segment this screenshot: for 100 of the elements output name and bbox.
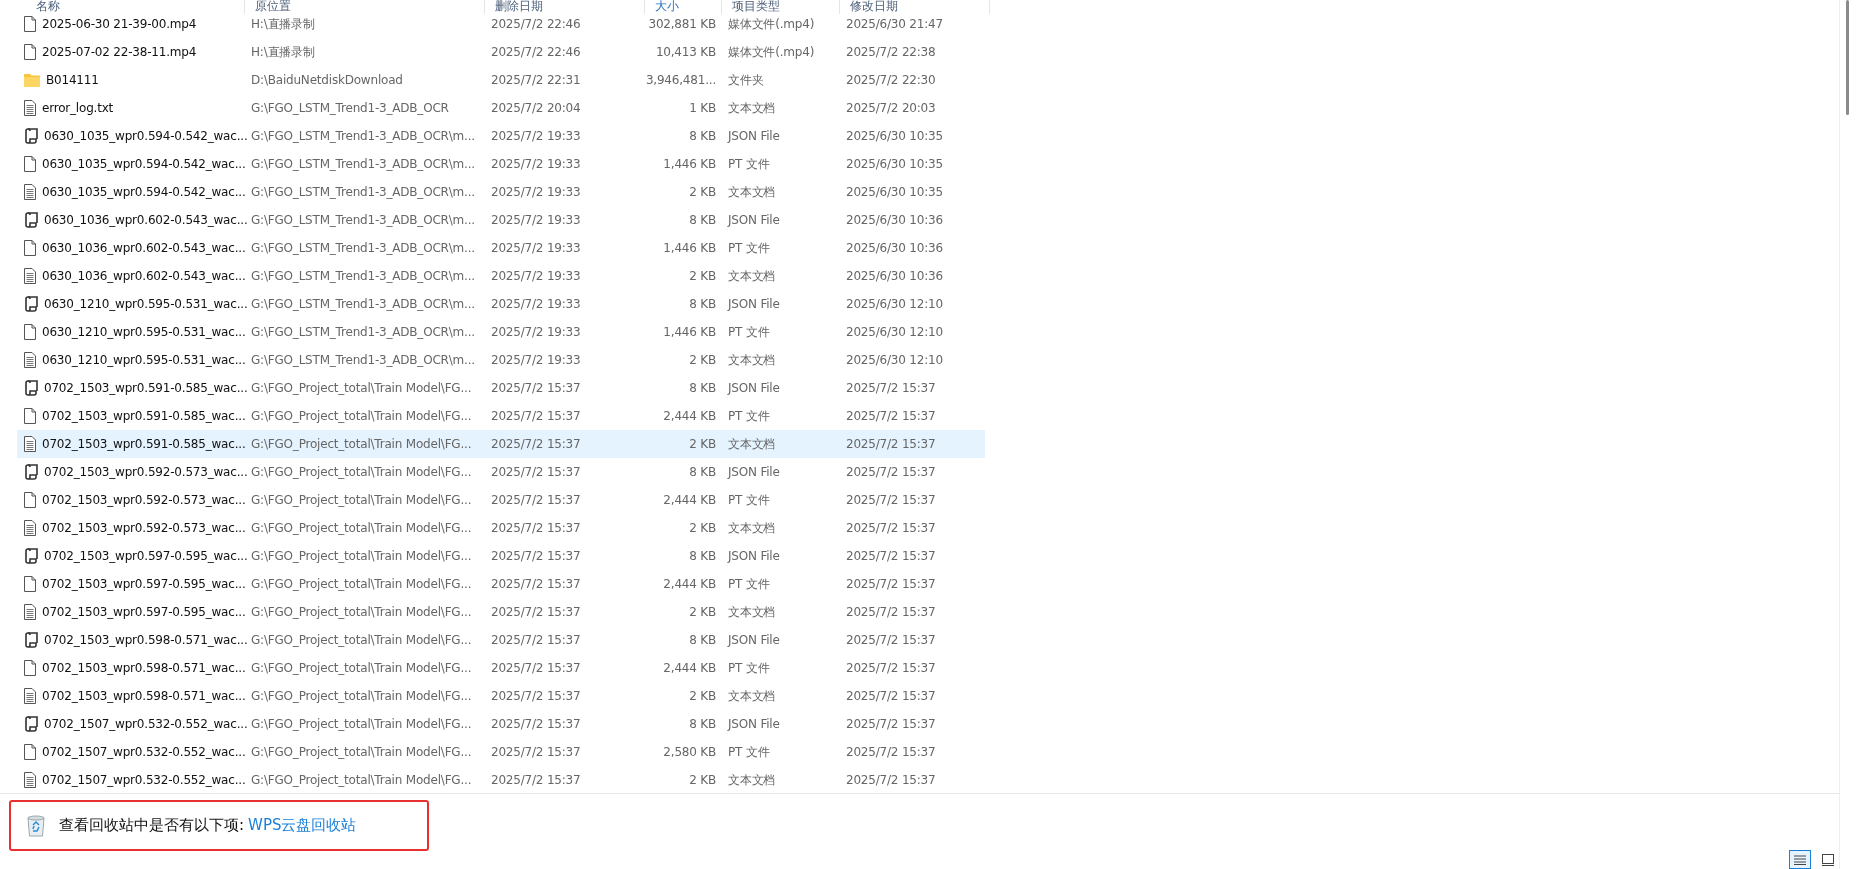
item-type: 文件夹: [728, 71, 764, 89]
column-header[interactable]: 原位置: [245, 0, 485, 14]
file-name: 0630_1035_wpr0.594-0.542_wac...: [42, 157, 246, 171]
file-row[interactable]: 0630_1035_wpr0.594-0.542_wac... G:\FGO_LSTM_Trend1-3_ADB_OCR\m... 2025/7/2 19:33 1,446 KB PT 文件 2025/6/30 10:35: [17, 150, 985, 178]
file-row[interactable]: 0702_1503_wpr0.598-0.571_wac... G:\FGO_Project_total\Train Model\FG... 2025/7/2 15:37 2 KB 文本文档 2025/7/2 15:37: [17, 682, 985, 710]
column-header[interactable]: 大小: [645, 0, 722, 14]
file-size: 302,881 KB: [648, 17, 716, 31]
original-location: G:\FGO_Project_total\Train Model\FG...: [251, 465, 472, 479]
column-header[interactable]: 删除日期: [485, 0, 645, 14]
file-row[interactable]: 0702_1507_wpr0.532-0.552_wac... G:\FGO_Project_total\Train Model\FG... 2025/7/2 15:37 8 KB JSON File 2025/7/2 15:37: [17, 710, 985, 738]
column-header[interactable]: 修改日期: [840, 0, 990, 14]
blank-file-icon: [24, 240, 36, 256]
file-name: 0702_1503_wpr0.591-0.585_wac...: [42, 437, 246, 451]
file-name: 0702_1507_wpr0.532-0.552_wac...: [42, 745, 246, 759]
file-row[interactable]: 0702_1503_wpr0.592-0.573_wac... G:\FGO_Project_total\Train Model\FG... 2025/7/2 15:37 8 KB JSON File 2025/7/2 15:37: [17, 458, 985, 486]
file-name: 0702_1503_wpr0.597-0.595_wac...: [44, 549, 248, 563]
original-location: G:\FGO_LSTM_Trend1-3_ADB_OCR\m...: [251, 129, 475, 143]
file-row[interactable]: 0702_1503_wpr0.591-0.585_wac... G:\FGO_Project_total\Train Model\FG... 2025/7/2 15:37 8 KB JSON File 2025/7/2 15:37: [17, 374, 985, 402]
text-document-icon: [24, 604, 36, 620]
file-name: 2025-07-02 22-38-11.mp4: [42, 45, 197, 59]
file-name: 0702_1503_wpr0.591-0.585_wac...: [42, 409, 246, 423]
item-type: 文本文档: [728, 99, 776, 117]
item-type: JSON File: [728, 717, 780, 731]
file-size: 8 KB: [689, 297, 716, 311]
modified-date: 2025/7/2 15:37: [846, 633, 936, 647]
deleted-date: 2025/7/2 19:33: [491, 185, 581, 199]
modified-date: 2025/7/2 15:37: [846, 521, 936, 535]
file-row[interactable]: 0630_1210_wpr0.595-0.531_wac... G:\FGO_LSTM_Trend1-3_ADB_OCR\m... 2025/7/2 19:33 2 KB 文本文档 2025/6/30 12:10: [17, 346, 985, 374]
script-icon: [24, 464, 38, 480]
file-row[interactable]: 0702_1503_wpr0.592-0.573_wac... G:\FGO_Project_total\Train Model\FG... 2025/7/2 15:37 2,444 KB PT 文件 2025/7/2 15:37: [17, 486, 985, 514]
file-row[interactable]: 0702_1503_wpr0.591-0.585_wac... G:\FGO_Project_total\Train Model\FG... 2025/7/2 15:37 2,444 KB PT 文件 2025/7/2 15:37: [17, 402, 985, 430]
item-type: JSON File: [728, 549, 780, 563]
file-row[interactable]: 2025-07-02 22-38-11.mp4 H:\直播录制 2025/7/2 22:46 10,413 KB 媒体文件(.mp4) 2025/7/2 22:38: [17, 38, 985, 66]
deleted-date: 2025/7/2 15:37: [491, 437, 581, 451]
file-row[interactable]: 0630_1210_wpr0.595-0.531_wac... G:\FGO_LSTM_Trend1-3_ADB_OCR\m... 2025/7/2 19:33 8 KB JSON File 2025/6/30 12:10: [17, 290, 985, 318]
file-size: 2 KB: [689, 773, 716, 787]
blank-file-icon: [24, 660, 36, 676]
column-header[interactable]: 项目类型: [722, 0, 840, 14]
file-row[interactable]: 0702_1507_wpr0.532-0.552_wac... G:\FGO_Project_total\Train Model\FG... 2025/7/2 15:37 2,580 KB PT 文件 2025/7/2 15:37: [17, 738, 985, 766]
modified-date: 2025/7/2 15:37: [846, 577, 936, 591]
file-row[interactable]: 0702_1503_wpr0.592-0.573_wac... G:\FGO_Project_total\Train Model\FG... 2025/7/2 15:37 2 KB 文本文档 2025/7/2 15:37: [17, 514, 985, 542]
file-size: 8 KB: [689, 129, 716, 143]
deleted-date: 2025/7/2 15:37: [491, 521, 581, 535]
file-row[interactable]: 0630_1036_wpr0.602-0.543_wac... G:\FGO_LSTM_Trend1-3_ADB_OCR\m... 2025/7/2 19:33 2 KB 文本文档 2025/6/30 10:36: [17, 262, 985, 290]
deleted-date: 2025/7/2 15:37: [491, 689, 581, 703]
deleted-date: 2025/7/2 22:46: [491, 17, 581, 31]
modified-date: 2025/6/30 12:10: [846, 353, 943, 367]
original-location: G:\FGO_Project_total\Train Model\FG...: [251, 745, 472, 759]
file-size: 2,444 KB: [663, 493, 716, 507]
file-name: 0630_1036_wpr0.602-0.543_wac...: [42, 241, 246, 255]
file-size: 2 KB: [689, 185, 716, 199]
original-location: G:\FGO_Project_total\Train Model\FG...: [251, 605, 472, 619]
file-row[interactable]: 0630_1210_wpr0.595-0.531_wac... G:\FGO_LSTM_Trend1-3_ADB_OCR\m... 2025/7/2 19:33 1,446 KB PT 文件 2025/6/30 12:10: [17, 318, 985, 346]
file-name: 0630_1035_wpr0.594-0.542_wac...: [44, 129, 248, 143]
file-size: 2,444 KB: [663, 661, 716, 675]
deleted-date: 2025/7/2 19:33: [491, 157, 581, 171]
file-row[interactable]: 0702_1507_wpr0.532-0.552_wac... G:\FGO_Project_total\Train Model\FG... 2025/7/2 15:37 2 KB 文本文档 2025/7/2 15:37: [17, 766, 985, 793]
item-type: 文本文档: [728, 603, 776, 621]
deleted-date: 2025/7/2 20:04: [491, 101, 581, 115]
scrollbar-thumb[interactable]: [1846, 0, 1849, 115]
file-row[interactable]: B014111 D:\BaiduNetdiskDownload 2025/7/2 22:31 3,946,481... 文件夹 2025/7/2 22:30: [17, 66, 985, 94]
text-document-icon: [24, 520, 36, 536]
file-row[interactable]: error_log.txt G:\FGO_LSTM_Trend1-3_ADB_OCR 2025/7/2 20:04 1 KB 文本文档 2025/7/2 20:03: [17, 94, 985, 122]
modified-date: 2025/6/30 12:10: [846, 325, 943, 339]
file-size: 8 KB: [689, 717, 716, 731]
file-row[interactable]: 0702_1503_wpr0.598-0.571_wac... G:\FGO_Project_total\Train Model\FG... 2025/7/2 15:37 2,444 KB PT 文件 2025/7/2 15:37: [17, 654, 985, 682]
modified-date: 2025/7/2 15:37: [846, 437, 936, 451]
deleted-date: 2025/7/2 15:37: [491, 773, 581, 787]
file-row[interactable]: 0702_1503_wpr0.597-0.595_wac... G:\FGO_Project_total\Train Model\FG... 2025/7/2 15:37 2,444 KB PT 文件 2025/7/2 15:37: [17, 570, 985, 598]
wps-recycle-link[interactable]: WPS云盘回收站: [248, 816, 357, 835]
item-type: PT 文件: [728, 407, 770, 425]
modified-date: 2025/7/2 15:37: [846, 773, 936, 787]
deleted-date: 2025/7/2 15:37: [491, 717, 581, 731]
item-type: JSON File: [728, 465, 780, 479]
text-document-icon: [24, 100, 36, 116]
item-type: JSON File: [728, 129, 780, 143]
details-view-button[interactable]: [1789, 850, 1811, 869]
file-row[interactable]: 0702_1503_wpr0.591-0.585_wac... G:\FGO_Project_total\Train Model\FG... 2025/7/2 15:37 2 KB 文本文档 2025/7/2 15:37: [17, 430, 985, 458]
deleted-date: 2025/7/2 19:33: [491, 325, 581, 339]
script-icon: [24, 380, 38, 396]
item-type: JSON File: [728, 213, 780, 227]
deleted-date: 2025/7/2 19:33: [491, 213, 581, 227]
script-icon: [24, 212, 38, 228]
column-header[interactable]: 名称: [0, 0, 245, 14]
file-row[interactable]: 0630_1035_wpr0.594-0.542_wac... G:\FGO_LSTM_Trend1-3_ADB_OCR\m... 2025/7/2 19:33 8 KB JSON File 2025/6/30 10:35: [17, 122, 985, 150]
item-type: 文本文档: [728, 519, 776, 537]
item-type: 文本文档: [728, 435, 776, 453]
file-row[interactable]: 0702_1503_wpr0.598-0.571_wac... G:\FGO_Project_total\Train Model\FG... 2025/7/2 15:37 8 KB JSON File 2025/7/2 15:37: [17, 626, 985, 654]
deleted-date: 2025/7/2 15:37: [491, 465, 581, 479]
modified-date: 2025/7/2 15:37: [846, 689, 936, 703]
list-view-icon: [1794, 854, 1806, 865]
original-location: G:\FGO_LSTM_Trend1-3_ADB_OCR\m...: [251, 353, 475, 367]
file-row[interactable]: 0630_1036_wpr0.602-0.543_wac... G:\FGO_LSTM_Trend1-3_ADB_OCR\m... 2025/7/2 19:33 8 KB JSON File 2025/6/30 10:36: [17, 206, 985, 234]
file-row[interactable]: 0702_1503_wpr0.597-0.595_wac... G:\FGO_Project_total\Train Model\FG... 2025/7/2 15:37 8 KB JSON File 2025/7/2 15:37: [17, 542, 985, 570]
item-type: 媒体文件(.mp4): [728, 43, 815, 61]
file-row[interactable]: 0702_1503_wpr0.597-0.595_wac... G:\FGO_Project_total\Train Model\FG... 2025/7/2 15:37 2 KB 文本文档 2025/7/2 15:37: [17, 598, 985, 626]
file-row[interactable]: 0630_1035_wpr0.594-0.542_wac... G:\FGO_LSTM_Trend1-3_ADB_OCR\m... 2025/7/2 19:33 2 KB 文本文档 2025/6/30 10:35: [17, 178, 985, 206]
original-location: G:\FGO_Project_total\Train Model\FG...: [251, 717, 472, 731]
file-row[interactable]: 0630_1036_wpr0.602-0.543_wac... G:\FGO_LSTM_Trend1-3_ADB_OCR\m... 2025/7/2 19:33 1,446 KB PT 文件 2025/6/30 10:36: [17, 234, 985, 262]
original-location: G:\FGO_Project_total\Train Model\FG...: [251, 633, 472, 647]
